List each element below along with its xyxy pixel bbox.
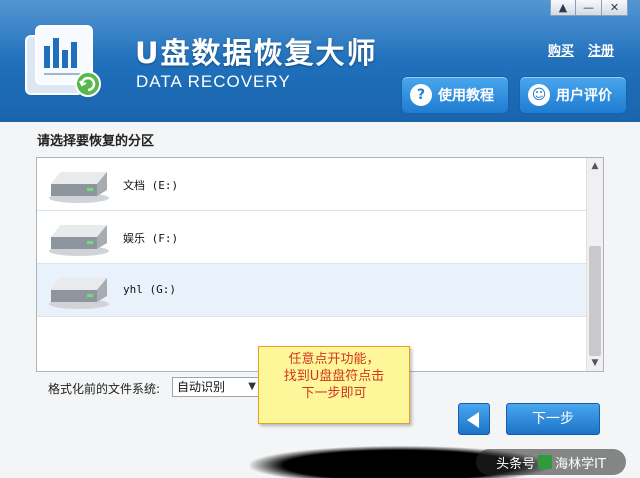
partition-label: yhl (G:) [123, 283, 176, 296]
section-title: 请选择要恢复的分区 [37, 134, 155, 149]
tutorial-button-label: 使用教程 [438, 88, 494, 104]
user-review-button-label: 用户评价 [556, 88, 612, 104]
list-scrollbar[interactable]: ▲ ▼ [586, 158, 603, 371]
annotation-note: 任意点开功能， 找到U盘盘符点击 下一步即可 [258, 346, 410, 424]
window-controls: ▲ — ✕ [550, 0, 628, 16]
partition-row[interactable]: 娱乐 (F:) [37, 211, 586, 264]
note-line: 找到U盘盘符点击 [283, 369, 385, 384]
scroll-up-icon[interactable]: ▲ [587, 158, 603, 174]
watermark-right-text: 海林学IT [555, 456, 606, 472]
watermark: 头条号 海林学IT [476, 449, 626, 475]
filesystem-select[interactable]: 自动识别 ▼ [172, 377, 260, 397]
note-line: 任意点开功能， [288, 352, 380, 367]
note-line: 下一步即可 [301, 386, 367, 401]
hard-drive-icon [49, 278, 109, 309]
hard-drive-icon [49, 172, 109, 203]
close-button[interactable]: ✕ [602, 0, 628, 16]
user-review-button[interactable]: ☺ 用户评价 [519, 76, 627, 114]
back-button[interactable] [458, 403, 490, 435]
minimize-button[interactable]: — [576, 0, 602, 16]
top-links: 购买 注册 [548, 40, 614, 59]
hard-drive-icon [49, 225, 109, 256]
next-button[interactable]: 下一步 [506, 403, 600, 435]
partition-row-selected[interactable]: yhl (G:) [37, 264, 586, 317]
app-subtitle: DATA RECOVERY [136, 72, 291, 91]
header-banner: ▲ — ✕ U盘数据恢复大师 DATA RECOVERY 购买 注册 ? 使用教… [0, 0, 640, 122]
partition-list: 文档 (E:) 娱乐 (F:) yhl (G:) ▲ ▼ [36, 157, 604, 372]
watermark-left-text: 头条号 [496, 456, 536, 472]
user-icon: ☺ [528, 84, 550, 106]
partition-label: 文档 (E:) [123, 179, 179, 192]
scroll-thumb[interactable] [589, 246, 601, 356]
buy-link[interactable]: 购买 [548, 40, 574, 59]
filesystem-select-value: 自动识别 [177, 380, 226, 394]
help-icon: ? [410, 84, 432, 106]
partition-row[interactable]: 文档 (E:) [37, 158, 586, 211]
register-link[interactable]: 注册 [588, 40, 614, 59]
app-title: U盘数据恢复大师 [135, 36, 378, 70]
filesystem-label: 格式化前的文件系统: [48, 382, 161, 396]
restore-button[interactable]: ▲ [550, 0, 576, 16]
app-logo-icon [25, 25, 101, 97]
chevron-down-icon: ▼ [248, 381, 256, 392]
watermark-badge-icon [538, 455, 553, 469]
arrow-left-icon [467, 412, 479, 428]
tutorial-button[interactable]: ? 使用教程 [401, 76, 509, 114]
partition-label: 娱乐 (F:) [123, 232, 179, 245]
scroll-down-icon[interactable]: ▼ [587, 355, 603, 371]
app-window: ▲ — ✕ U盘数据恢复大师 DATA RECOVERY 购买 注册 ? 使用教… [0, 0, 640, 478]
